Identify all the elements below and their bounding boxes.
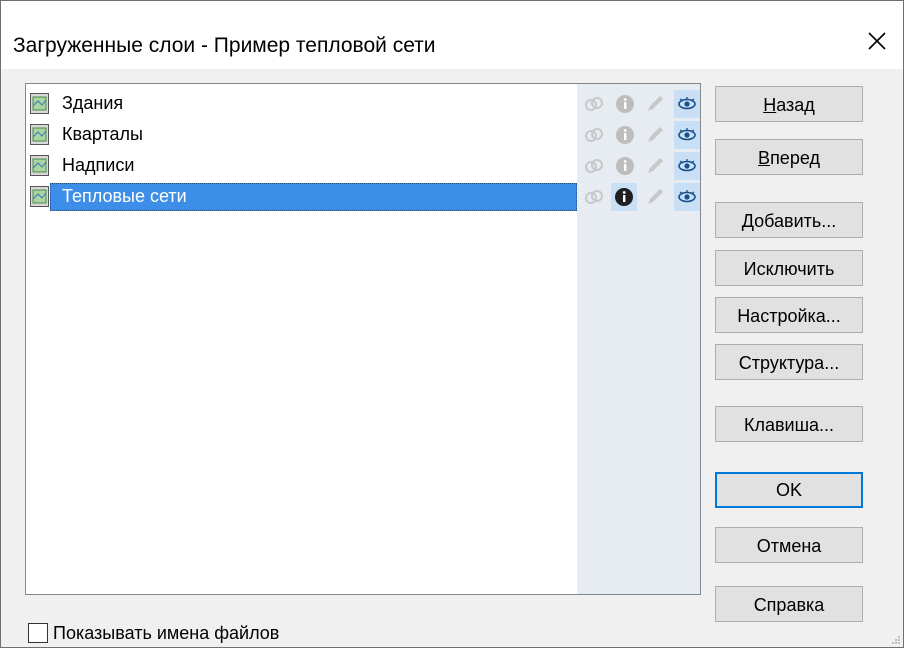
dialog-title: Загруженные слои - Пример тепловой сети	[13, 34, 436, 57]
layer-list[interactable]: Здания Кварталы Надписи Тепловые сети	[25, 83, 701, 595]
layer-row[interactable]: Здания	[26, 89, 700, 119]
eye-icon[interactable]	[674, 90, 700, 118]
resize-grip-icon[interactable]	[891, 635, 901, 645]
link-icon[interactable]	[583, 186, 605, 208]
exclude-button[interactable]: Исключить	[715, 250, 863, 286]
show-filenames-checkbox[interactable]	[28, 623, 48, 643]
layer-row-selected[interactable]: Тепловые сети	[26, 182, 700, 212]
settings-button[interactable]: Настройка...	[715, 297, 863, 333]
layer-name: Надписи	[62, 155, 135, 175]
info-icon[interactable]	[611, 183, 637, 211]
layer-name: Здания	[62, 93, 124, 113]
eye-icon[interactable]	[674, 152, 700, 180]
layer-file-icon	[30, 155, 49, 176]
forward-button[interactable]: Вперед	[715, 139, 863, 175]
key-button[interactable]: Клавиша...	[715, 406, 863, 442]
eye-icon[interactable]	[674, 183, 700, 211]
ok-button[interactable]: OK	[715, 472, 863, 508]
pencil-icon[interactable]	[644, 124, 666, 146]
link-icon[interactable]	[583, 93, 605, 115]
forward-label: перед	[770, 148, 820, 168]
layer-file-icon	[30, 186, 49, 207]
link-icon[interactable]	[583, 155, 605, 177]
title-bar: Загруженные слои - Пример тепловой сети	[1, 1, 903, 69]
close-button[interactable]	[851, 19, 903, 63]
info-icon[interactable]	[614, 155, 636, 177]
layers-dialog: Загруженные слои - Пример тепловой сети …	[0, 0, 904, 648]
eye-icon[interactable]	[674, 121, 700, 149]
back-label: азад	[776, 95, 815, 115]
layer-row[interactable]: Кварталы	[26, 120, 700, 150]
back-button[interactable]: Назад	[715, 86, 863, 122]
layer-name: Тепловые сети	[62, 186, 187, 206]
show-filenames-label[interactable]: Показывать имена файлов	[53, 623, 279, 644]
add-button[interactable]: Добавить...	[715, 202, 863, 238]
layer-row[interactable]: Надписи	[26, 151, 700, 181]
layer-selection	[50, 90, 577, 118]
link-icon[interactable]	[583, 124, 605, 146]
pencil-icon[interactable]	[644, 155, 666, 177]
close-icon	[868, 32, 886, 50]
info-icon[interactable]	[614, 124, 636, 146]
forward-mnemonic: В	[758, 148, 771, 168]
info-icon[interactable]	[614, 93, 636, 115]
cancel-button[interactable]: Отмена	[715, 527, 863, 563]
layer-file-icon	[30, 93, 49, 114]
layer-file-icon	[30, 124, 49, 145]
pencil-icon[interactable]	[644, 93, 666, 115]
help-button[interactable]: Справка	[715, 586, 863, 622]
pencil-icon[interactable]	[644, 186, 666, 208]
structure-button[interactable]: Структура...	[715, 344, 863, 380]
layer-name: Кварталы	[62, 124, 143, 144]
back-mnemonic: Н	[763, 95, 777, 115]
